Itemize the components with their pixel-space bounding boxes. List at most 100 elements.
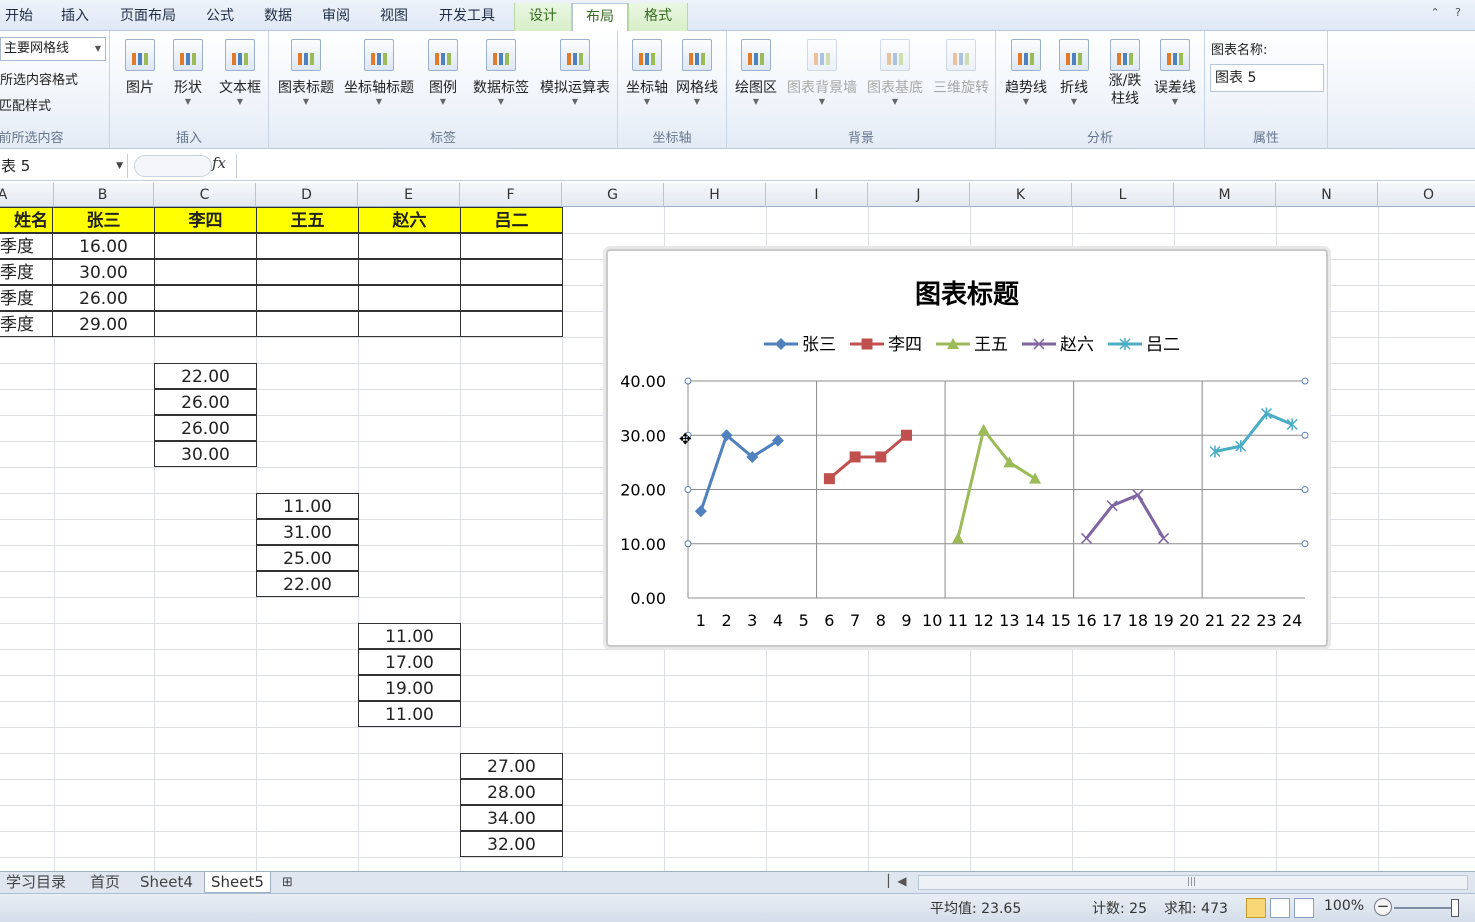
header-cell-zhaoliu[interactable]: 赵六 (358, 207, 461, 233)
value-cell[interactable]: 25.00 (256, 545, 359, 571)
empty-cell[interactable] (460, 311, 563, 337)
column-header-k[interactable]: K (970, 183, 1072, 207)
empty-cell[interactable] (256, 259, 359, 285)
tab-home[interactable]: 开始 (0, 3, 38, 31)
empty-cell[interactable] (256, 311, 359, 337)
value-cell[interactable]: 34.00 (460, 805, 563, 831)
value-cell[interactable]: 26.00 (154, 389, 257, 415)
horizontal-scrollbar[interactable]: ||| (918, 875, 1468, 890)
empty-cell[interactable] (154, 233, 257, 259)
axes-button[interactable]: 坐标轴 ▼ (622, 39, 672, 107)
value-cell[interactable]: 32.00 (460, 831, 563, 857)
tab-view[interactable]: 视图 (370, 3, 418, 31)
column-header-h[interactable]: H (664, 183, 766, 207)
legend-button[interactable]: 图例 ▼ (423, 39, 463, 107)
trendline-button[interactable]: 趋势线 ▼ (1000, 39, 1052, 107)
page-break-view-button[interactable] (1294, 898, 1314, 918)
normal-view-button[interactable] (1246, 898, 1266, 918)
reset-style-button[interactable]: 重设以匹配样式 (0, 95, 51, 114)
axis-titles-button[interactable]: 坐标轴标题 ▼ (341, 39, 417, 107)
tab-review[interactable]: 审阅 (312, 3, 360, 31)
empty-cell[interactable] (358, 285, 461, 311)
tab-chart-layout[interactable]: 布局 (572, 3, 628, 32)
format-selection-button[interactable]: 设置所选内容格式 (0, 69, 78, 88)
empty-cell[interactable] (358, 259, 461, 285)
sheet-tab-study-index[interactable]: 学习目录 (0, 872, 72, 893)
line-chart[interactable]: 图表标题 0.00 10.00 20.00 30.00 40.00 1 2 3 4 5 6 7 8 9 10 1… (606, 249, 1328, 647)
row-label-cell[interactable]: 四季度 (0, 311, 53, 337)
ribbon-collapse-icon[interactable]: ⌃ ? (1430, 6, 1467, 19)
formula-input[interactable] (236, 154, 1475, 178)
column-header-f[interactable]: F (460, 183, 562, 207)
name-box[interactable]: 图表 5 ▼ (0, 154, 128, 178)
worksheet-grid[interactable]: ABCDEFGHIJKLMNO 姓名 张三 李四 王五 赵六 吕二 一季度16.… (0, 183, 1475, 871)
chart-title-button[interactable]: 图表标题 ▼ (273, 39, 339, 107)
value-cell[interactable]: 29.00 (52, 311, 155, 337)
column-header-m[interactable]: M (1174, 183, 1276, 207)
value-cell[interactable]: 11.00 (358, 701, 461, 727)
column-header-l[interactable]: L (1072, 183, 1174, 207)
page-layout-view-button[interactable] (1270, 898, 1290, 918)
empty-cell[interactable] (154, 285, 257, 311)
value-cell[interactable]: 22.00 (256, 571, 359, 597)
chart-name-input[interactable]: 图表 5 (1210, 64, 1324, 92)
value-cell[interactable]: 27.00 (460, 753, 563, 779)
zoom-slider-handle[interactable] (1451, 899, 1459, 917)
error-bars-button[interactable]: 误差线 ▼ (1150, 39, 1200, 107)
sheet-tab-sheet5[interactable]: Sheet5 (204, 872, 271, 893)
gridlines-button[interactable]: 网格线 ▼ (672, 39, 722, 107)
insert-shapes-button[interactable]: 形状 ▼ (168, 39, 208, 107)
tab-insert[interactable]: 插入 (52, 3, 98, 31)
tab-developer[interactable]: 开发工具 (428, 3, 506, 31)
zoom-out-icon[interactable]: − (1374, 898, 1392, 916)
value-cell[interactable]: 30.00 (52, 259, 155, 285)
value-cell[interactable]: 26.00 (52, 285, 155, 311)
tab-chart-format[interactable]: 格式 (628, 3, 688, 31)
tab-chart-design[interactable]: 设计 (514, 3, 572, 31)
value-cell[interactable]: 19.00 (358, 675, 461, 701)
value-cell[interactable]: 22.00 (154, 363, 257, 389)
header-cell-name[interactable]: 姓名 (0, 207, 53, 233)
header-cell-lver[interactable]: 吕二 (460, 207, 563, 233)
column-header-b[interactable]: B (52, 183, 154, 207)
value-cell[interactable]: 11.00 (256, 493, 359, 519)
new-sheet-icon[interactable]: ⊞ (276, 872, 299, 893)
updown-bars-button[interactable]: 涨/跌 柱线 (1100, 39, 1150, 109)
column-header-j[interactable]: J (868, 183, 970, 207)
column-header-o[interactable]: O (1378, 183, 1475, 207)
chart-element-dropdown[interactable]: 主要网格线 ▼ (0, 37, 106, 61)
data-table-button[interactable]: 模拟运算表 ▼ (535, 39, 615, 107)
tab-formulas[interactable]: 公式 (196, 3, 244, 31)
tab-page-layout[interactable]: 页面布局 (112, 3, 184, 31)
row-label-cell[interactable]: 一季度 (0, 233, 53, 259)
empty-cell[interactable] (460, 285, 563, 311)
sheet-tab-home[interactable]: 首页 (84, 872, 126, 893)
empty-cell[interactable] (256, 285, 359, 311)
empty-cell[interactable] (358, 233, 461, 259)
value-cell[interactable]: 26.00 (154, 415, 257, 441)
empty-cell[interactable] (154, 259, 257, 285)
empty-cell[interactable] (460, 233, 563, 259)
sheet-tab-sheet4[interactable]: Sheet4 (134, 872, 199, 893)
column-header-c[interactable]: C (154, 183, 256, 207)
column-header-e[interactable]: E (358, 183, 460, 207)
row-label-cell[interactable]: 二季度 (0, 259, 53, 285)
value-cell[interactable]: 16.00 (52, 233, 155, 259)
column-header-a[interactable]: A (0, 183, 54, 207)
data-labels-button[interactable]: 数据标签 ▼ (469, 39, 533, 107)
empty-cell[interactable] (460, 259, 563, 285)
column-header-g[interactable]: G (562, 183, 664, 207)
column-header-d[interactable]: D (256, 183, 358, 207)
zoom-slider[interactable] (1394, 907, 1456, 909)
value-cell[interactable]: 31.00 (256, 519, 359, 545)
lines-button[interactable]: 折线 ▼ (1054, 39, 1094, 107)
empty-cell[interactable] (256, 233, 359, 259)
insert-picture-button[interactable]: 图片 (120, 39, 160, 97)
column-header-n[interactable]: N (1276, 183, 1378, 207)
value-cell[interactable]: 17.00 (358, 649, 461, 675)
plot-area-button[interactable]: 绘图区 ▼ (731, 39, 781, 107)
header-cell-lisi[interactable]: 李四 (154, 207, 257, 233)
tab-data[interactable]: 数据 (254, 3, 302, 31)
value-cell[interactable]: 30.00 (154, 441, 257, 467)
column-header-i[interactable]: I (766, 183, 868, 207)
